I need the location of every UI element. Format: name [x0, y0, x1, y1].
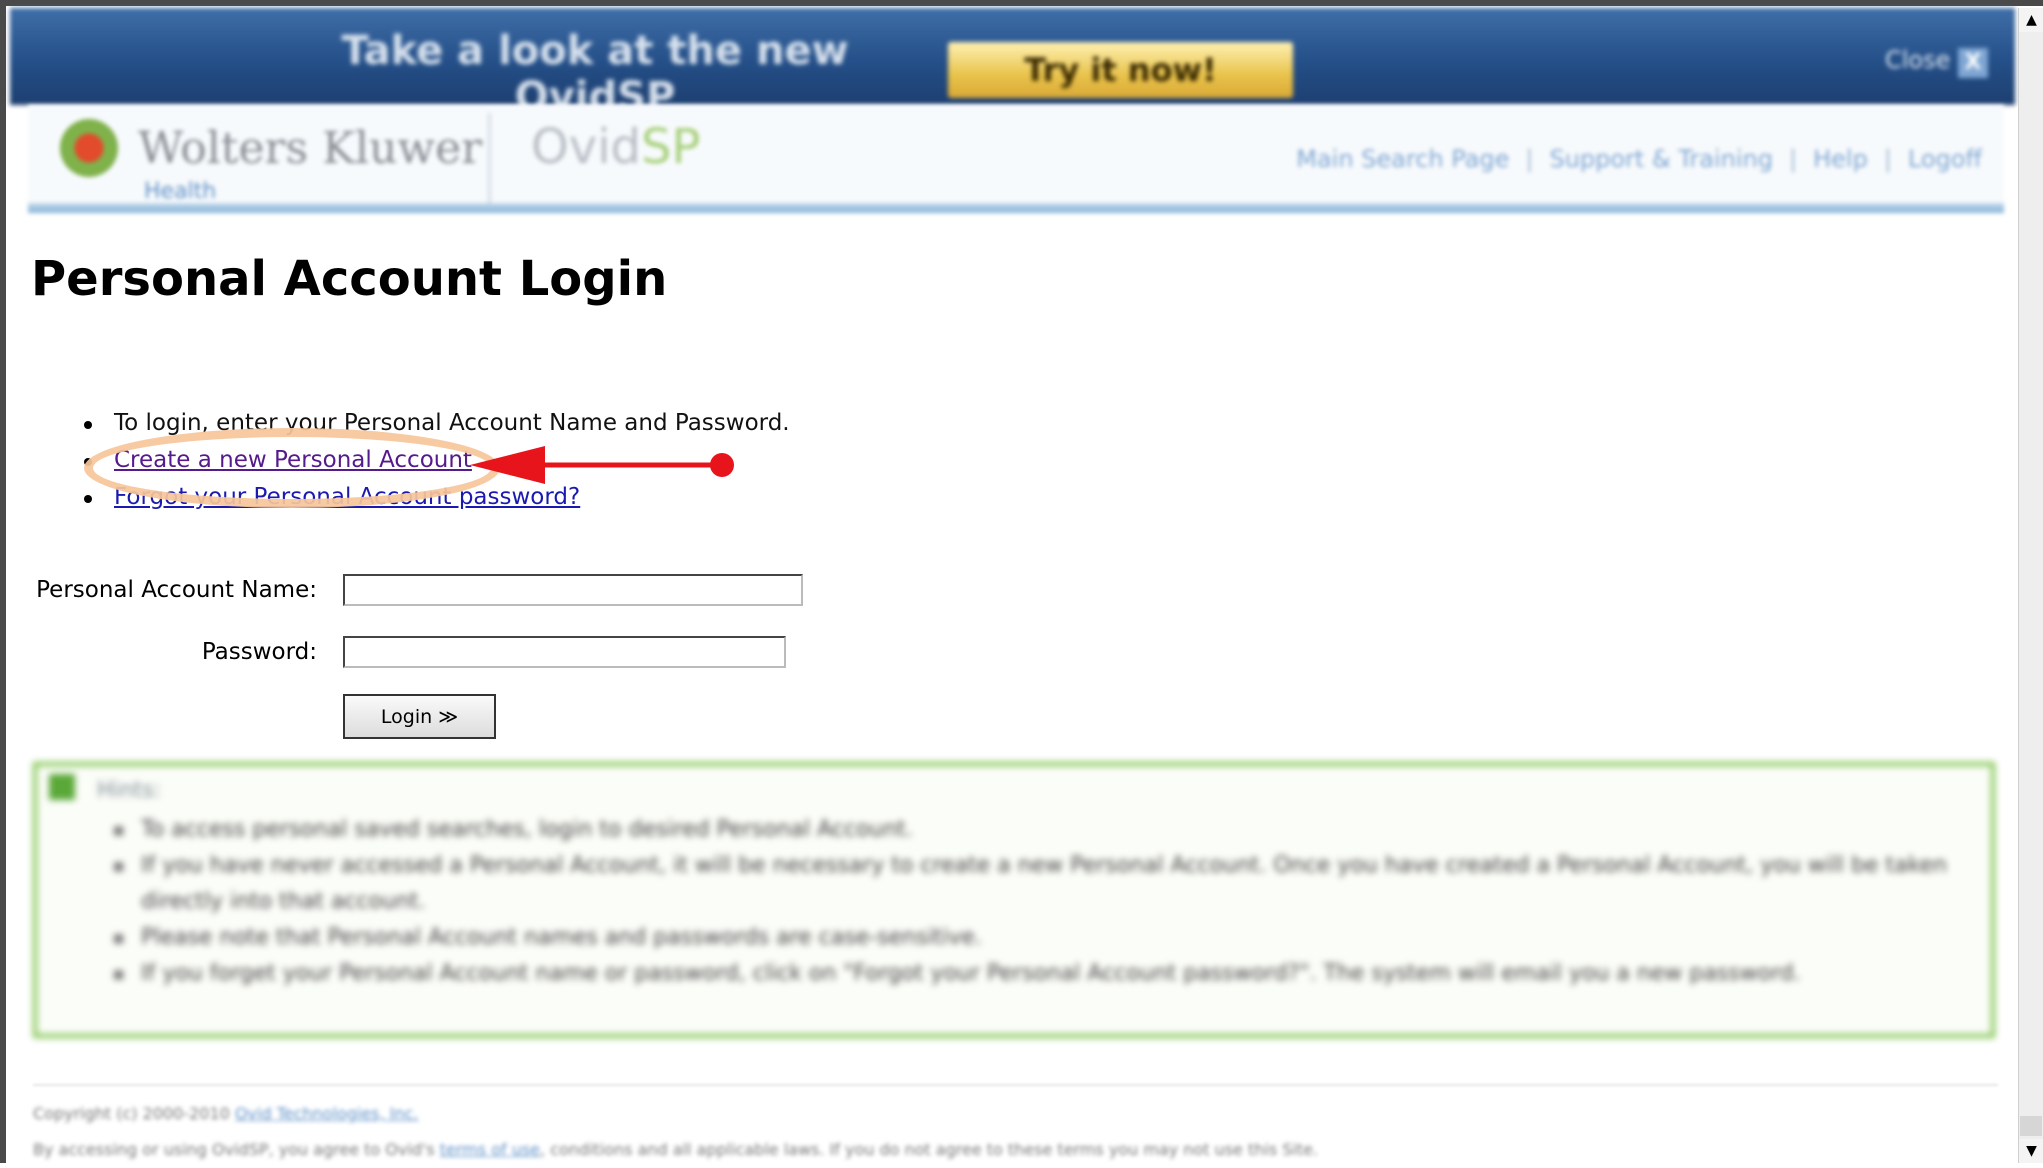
nav-support-training[interactable]: Support & Training — [1549, 145, 1773, 173]
list-item: To login, enter your Personal Account Na… — [84, 405, 790, 442]
nav-separator: | — [1883, 145, 1892, 173]
terms-of-use-link[interactable]: terms of use — [440, 1140, 540, 1159]
footer-divider — [33, 1084, 1998, 1086]
list-item: To access personal saved searches, login… — [113, 812, 1963, 848]
window-frame-top — [0, 0, 2043, 6]
banner-close-label[interactable]: Close — [1885, 46, 1950, 74]
arrow-tail-dot — [710, 453, 734, 477]
scrollbar-thumb[interactable] — [2020, 1116, 2042, 1136]
window-frame-left — [0, 0, 6, 1163]
copyright-text: Copyright (c) 2000-2010 — [33, 1104, 230, 1123]
vertical-scrollbar[interactable]: ▲ ▼ — [2018, 8, 2043, 1163]
nav-logoff[interactable]: Logoff — [1908, 145, 1982, 173]
logo-name: Wolters Kluwer — [138, 123, 483, 174]
account-name-input[interactable] — [343, 574, 803, 606]
hint-square-icon — [49, 774, 75, 800]
password-input[interactable] — [343, 636, 786, 668]
sp-logo-text: SP — [641, 119, 701, 175]
list-item: If you have never accessed a Personal Ac… — [113, 848, 1963, 920]
try-it-now-button[interactable]: Try it now! — [948, 42, 1293, 98]
create-account-link[interactable]: Create a new Personal Account — [114, 447, 472, 473]
annotation-arrow-icon — [470, 446, 734, 484]
page-footer: Copyright (c) 2000-2010 Ovid Technologie… — [33, 1096, 1318, 1168]
page-title: Personal Account Login — [31, 251, 668, 307]
nav-help[interactable]: Help — [1813, 145, 1868, 173]
terms-suffix: , conditions and all applicable laws. If… — [540, 1140, 1319, 1159]
hints-panel: Hints: To access personal saved searches… — [33, 762, 1995, 1038]
header-rule — [28, 203, 2004, 213]
ovid-logo-text: Ovid — [531, 119, 641, 175]
top-nav: Main Search Page | Support & Training | … — [1296, 145, 1982, 173]
arrow-head — [470, 446, 545, 484]
hints-list: To access personal saved searches, login… — [113, 812, 1963, 992]
company-link[interactable]: Ovid Technologies, Inc. — [235, 1104, 418, 1123]
nav-main-search-page[interactable]: Main Search Page — [1296, 145, 1509, 173]
arrow-up-icon[interactable]: ▲ — [2019, 8, 2043, 32]
list-item: If you forget your Personal Account name… — [113, 956, 1963, 992]
site-header: Wolters Kluwer Health OvidSP Main Search… — [28, 105, 2004, 213]
header-divider — [488, 113, 491, 208]
wolters-kluwer-logo-icon — [60, 119, 118, 177]
list-item: Please note that Personal Account names … — [113, 920, 1963, 956]
logo-subtitle: Health — [144, 179, 217, 204]
login-button[interactable]: Login ≫ — [343, 694, 496, 739]
copyright-line: Copyright (c) 2000-2010 Ovid Technologie… — [33, 1096, 1318, 1132]
nav-separator: | — [1525, 145, 1534, 173]
account-name-label: Personal Account Name: — [36, 577, 317, 603]
promo-banner: Take a look at the new OvidSP Try it now… — [10, 8, 2015, 120]
password-label: Password: — [201, 639, 317, 665]
close-icon[interactable]: X — [1958, 48, 1988, 78]
ovidsp-logo: OvidSP — [531, 119, 700, 175]
hints-title: Hints: — [97, 778, 162, 803]
terms-prefix: By accessing or using OvidSP, you agree … — [33, 1140, 435, 1159]
login-instructions: To login, enter your Personal Account Na… — [114, 410, 790, 436]
nav-separator: | — [1789, 145, 1798, 173]
arrow-down-icon[interactable]: ▼ — [2019, 1139, 2043, 1163]
